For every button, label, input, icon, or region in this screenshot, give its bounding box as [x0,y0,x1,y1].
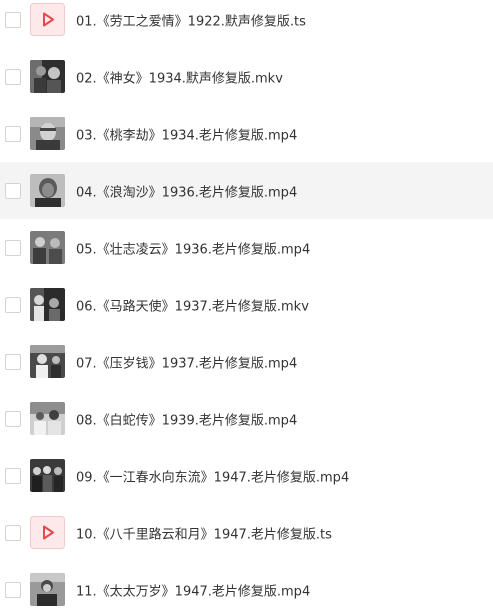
row-checkbox[interactable] [5,125,21,142]
film-still-thumbnail [30,572,65,606]
row-checkbox[interactable] [5,353,21,370]
file-row[interactable]: 07.《压岁钱》1937.老片修复版.mp4 [0,333,493,390]
row-checkbox[interactable] [5,524,21,541]
file-name[interactable]: 03.《桃李劫》1934.老片修复版.mp4 [76,124,297,143]
file-name[interactable]: 04.《浪淘沙》1936.老片修复版.mp4 [76,181,297,200]
file-row[interactable]: 06.《马路天使》1937.老片修复版.mkv [0,276,493,333]
file-name[interactable]: 10.《八千里路云和月》1947.老片修复版.ts [76,523,332,542]
row-checkbox[interactable] [5,182,21,199]
file-row[interactable]: 05.《壮志凌云》1936.老片修复版.mp4 [0,219,493,276]
film-still-thumbnail [30,401,65,435]
film-still-thumbnail [30,287,65,321]
row-checkbox[interactable] [5,11,21,28]
row-checkbox[interactable] [5,467,21,484]
file-row[interactable]: 11.《太太万岁》1947.老片修复版.mp4 [0,561,493,610]
film-still-thumbnail [30,59,65,93]
file-name[interactable]: 06.《马路天使》1937.老片修复版.mkv [76,295,309,314]
film-still-thumbnail [30,173,65,207]
file-name[interactable]: 11.《太太万岁》1947.老片修复版.mp4 [76,580,310,599]
video-play-icon [30,515,65,549]
file-row[interactable]: 03.《桃李劫》1934.老片修复版.mp4 [0,105,493,162]
file-name[interactable]: 02.《神女》1934.默声修复版.mkv [76,67,283,86]
file-name[interactable]: 01.《劳工之爱情》1922.默声修复版.ts [76,10,306,29]
row-checkbox[interactable] [5,410,21,427]
video-play-icon [30,2,65,36]
film-still-thumbnail [30,344,65,378]
file-row[interactable]: 04.《浪淘沙》1936.老片修复版.mp4 [0,162,493,219]
film-still-thumbnail [30,230,65,264]
file-name[interactable]: 08.《白蛇传》1939.老片修复版.mp4 [76,409,297,428]
file-name[interactable]: 05.《壮志凌云》1936.老片修复版.mp4 [76,238,310,257]
row-checkbox[interactable] [5,68,21,85]
film-still-thumbnail [30,458,65,492]
file-row[interactable]: 09.《一江春水向东流》1947.老片修复版.mp4 [0,447,493,504]
file-row[interactable]: 10.《八千里路云和月》1947.老片修复版.ts [0,504,493,561]
file-row[interactable]: 08.《白蛇传》1939.老片修复版.mp4 [0,390,493,447]
row-checkbox[interactable] [5,239,21,256]
file-name[interactable]: 07.《压岁钱》1937.老片修复版.mp4 [76,352,297,371]
file-name[interactable]: 09.《一江春水向东流》1947.老片修复版.mp4 [76,466,349,485]
file-list: 01.《劳工之爱情》1922.默声修复版.ts 02.《神女》1934.默声修复… [0,0,493,610]
file-row[interactable]: 01.《劳工之爱情》1922.默声修复版.ts [0,0,493,48]
row-checkbox[interactable] [5,581,21,598]
row-checkbox[interactable] [5,296,21,313]
file-row[interactable]: 02.《神女》1934.默声修复版.mkv [0,48,493,105]
film-still-thumbnail [30,116,65,150]
